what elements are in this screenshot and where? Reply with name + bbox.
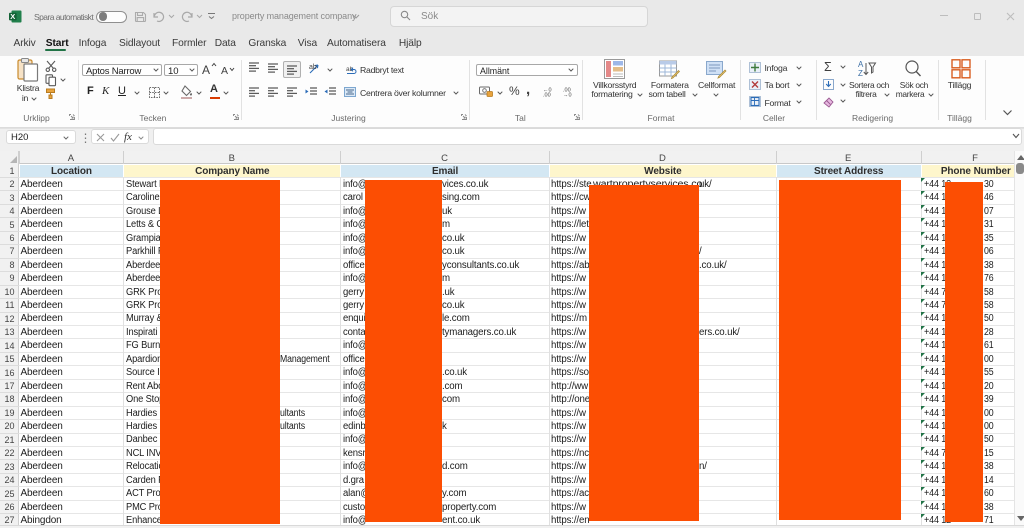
svg-text:A: A — [858, 60, 864, 69]
svg-text:ab: ab — [309, 64, 317, 71]
svg-text:X: X — [10, 12, 15, 21]
svg-text:→0: →0 — [563, 92, 572, 98]
svg-text:Z: Z — [858, 69, 863, 78]
svg-text:.00: .00 — [543, 92, 551, 98]
